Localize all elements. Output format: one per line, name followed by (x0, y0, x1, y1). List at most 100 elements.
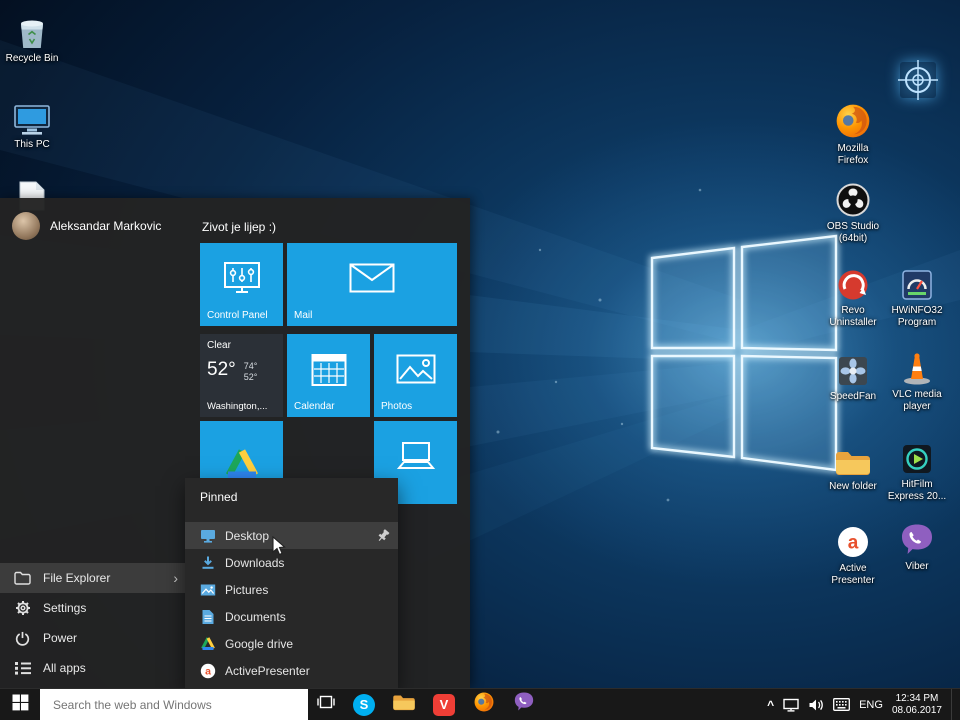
user-name: Aleksandar Markovic (50, 219, 162, 233)
start-button[interactable] (0, 689, 40, 720)
tile-group-title: Zivot je lijep :) (202, 220, 277, 234)
desktop-icon-active-presenter[interactable]: a Active Presenter (821, 520, 885, 587)
desktop-icon-this-pc[interactable]: This PC (0, 96, 64, 151)
active-presenter-icon: a (200, 663, 216, 679)
power-icon (14, 631, 31, 646)
tray-chevron-up-icon[interactable]: ^ (767, 698, 774, 712)
system-tray: ^ ENG 12:34 PM 08.06.2017 (767, 689, 960, 720)
taskbar-search[interactable] (40, 689, 308, 720)
sidebar-item-all-apps[interactable]: All apps (0, 653, 190, 683)
desktop-icon-label: HitFilm Express 20... (887, 479, 947, 502)
desktop-icon-label: New folder (829, 481, 877, 492)
clock-time: 12:34 PM (895, 693, 939, 704)
desktop-icon-label: Revo Uninstaller (829, 305, 877, 328)
user-account[interactable]: Aleksandar Markovic (12, 212, 161, 240)
task-view-button[interactable] (308, 689, 344, 720)
desktop-icon-revo-uninstaller[interactable]: Revo Uninstaller (821, 262, 885, 329)
jump-list-title: Pinned (200, 490, 238, 504)
sidebar-item-label: File Explorer (43, 571, 111, 585)
taskbar-app-red-v[interactable]: V (424, 689, 464, 720)
pinned-item-label: ActivePresenter (225, 663, 310, 678)
desktop-icon-label: VLC media player (892, 389, 942, 412)
pinned-item-activepresenter[interactable]: a ActivePresenter (185, 657, 398, 684)
desktop-icon-recycle-bin[interactable]: Recycle Bin (0, 10, 64, 65)
tile-mail[interactable]: Mail (287, 243, 457, 326)
desktop-icon-new-folder[interactable]: New folder (821, 438, 885, 493)
pinned-item-google-drive[interactable]: Google drive (185, 630, 398, 657)
jump-list-flyout: Pinned Desktop Downloads Pictures Docume… (185, 478, 398, 688)
laptop-icon (395, 441, 437, 471)
pinned-item-pictures[interactable]: Pictures (185, 576, 398, 603)
this-pc-icon (13, 96, 51, 136)
unpin-icon[interactable] (376, 528, 390, 543)
tile-control-panel[interactable]: Control Panel (200, 243, 283, 326)
sidebar-item-settings[interactable]: Settings (0, 593, 190, 623)
pinned-item-label: Google drive (225, 636, 294, 651)
show-desktop-button[interactable] (951, 689, 957, 720)
pinned-item-desktop[interactable]: Desktop (185, 522, 398, 549)
desktop-icon-vlc[interactable]: VLC media player (885, 346, 949, 413)
sidebar-item-power[interactable]: Power (0, 623, 190, 653)
desktop-icon-hwinfo32[interactable]: HWiNFO32 Program (885, 262, 949, 329)
pinned-item-documents[interactable]: Documents (185, 603, 398, 630)
tile-label: Control Panel (207, 310, 268, 321)
sidebar-item-file-explorer[interactable]: File Explorer › (0, 563, 190, 593)
weather-high: 74° (243, 361, 258, 371)
desktop-icon-label: Viber (905, 561, 929, 572)
language-indicator[interactable]: ENG (859, 699, 883, 711)
desktop-icon-label: Active Presenter (831, 563, 875, 586)
sidebar-item-label: All apps (43, 661, 86, 675)
pinned-item-label: Downloads (225, 555, 285, 570)
desktop-icon-obs-studio[interactable]: OBS Studio (64bit) (821, 178, 885, 245)
viber-icon (513, 691, 535, 718)
taskbar-app-file-explorer[interactable] (384, 689, 424, 720)
folder-icon (834, 438, 872, 478)
pictures-icon (200, 583, 216, 597)
desktop-monitor-icon (200, 528, 216, 543)
hwinfo32-icon (900, 262, 934, 302)
taskbar: S V (0, 688, 960, 720)
revo-uninstaller-icon (836, 262, 870, 302)
desktop-icon-label: Mozilla Firefox (837, 143, 869, 166)
recycle-bin-icon (16, 10, 48, 50)
google-drive-icon (223, 446, 261, 480)
all-apps-icon (14, 661, 31, 675)
tray-volume-icon[interactable] (808, 698, 824, 712)
tile-photos[interactable]: Photos (374, 334, 457, 417)
tray-keyboard-icon[interactable] (833, 698, 851, 711)
windows-logo-icon (12, 694, 29, 716)
pinned-item-label: Pictures (225, 582, 269, 597)
desktop-icon-firefox[interactable]: Mozilla Firefox (821, 100, 885, 167)
pinned-item-label: Documents (225, 609, 286, 624)
taskbar-app-skype[interactable]: S (344, 689, 384, 720)
svg-text:a: a (848, 533, 859, 554)
desktop-icon-speedfan[interactable]: SpeedFan (821, 348, 885, 403)
desktop-icon-scope-target[interactable] (892, 60, 944, 102)
tile-label: Calendar (294, 401, 335, 412)
chevron-right-icon: › (173, 570, 178, 586)
tile-label: Mail (294, 310, 313, 321)
taskbar-app-viber[interactable] (504, 689, 544, 720)
pinned-item-downloads[interactable]: Downloads (185, 549, 398, 576)
taskbar-clock[interactable]: 12:34 PM 08.06.2017 (892, 693, 942, 716)
tile-calendar[interactable]: Calendar (287, 334, 370, 417)
mail-icon (349, 263, 395, 293)
sidebar-item-label: Settings (43, 601, 87, 615)
desktop-icon-label: SpeedFan (829, 391, 877, 402)
search-input[interactable] (40, 697, 308, 712)
desktop-icon-hitfilm[interactable]: HitFilm Express 20... (885, 436, 949, 503)
google-drive-icon (200, 636, 216, 651)
folder-icon (14, 571, 31, 585)
desktop-icon-label: HWiNFO32 Program (891, 305, 943, 328)
desktop-icon-viber[interactable]: Viber (885, 518, 949, 573)
download-arrow-icon (200, 555, 216, 570)
viber-icon (899, 518, 935, 558)
control-panel-icon (223, 261, 261, 295)
folder-icon (392, 693, 416, 717)
taskbar-app-firefox[interactable] (464, 689, 504, 720)
weather-temp: 52° (207, 359, 236, 380)
tile-weather[interactable]: Clear 52° 74° 52° Washington,... (200, 334, 283, 417)
mouse-cursor (270, 535, 288, 556)
tray-network-icon[interactable] (783, 698, 799, 712)
weather-location: Washington,... (207, 401, 268, 412)
